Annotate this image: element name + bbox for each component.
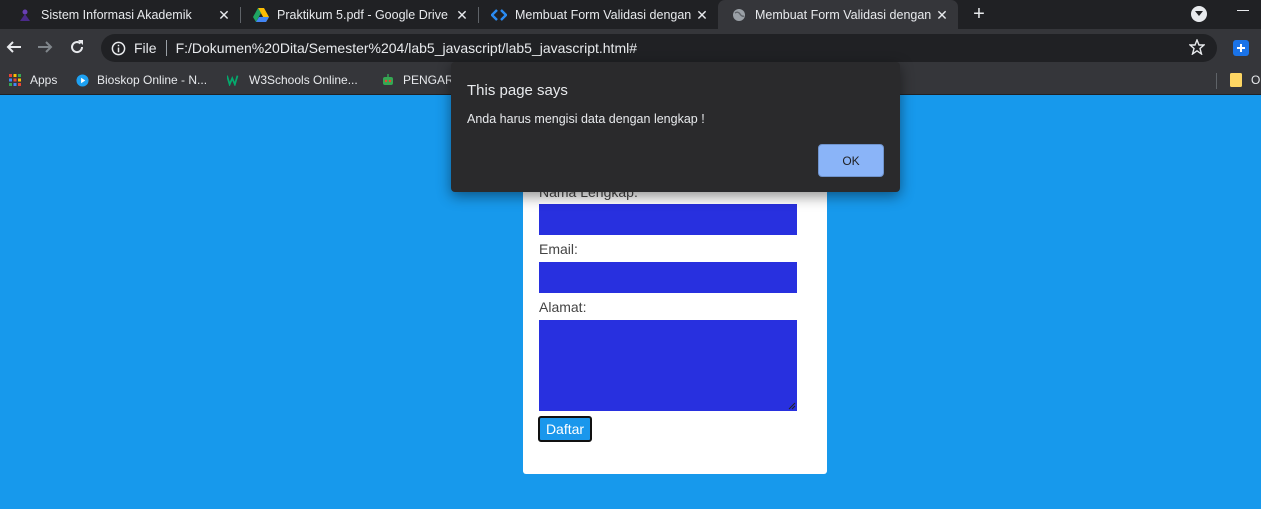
bookmark-label: W3Schools Online... (249, 73, 358, 87)
close-tab-icon[interactable]: ✕ (216, 7, 232, 23)
tab-form-validasi-active[interactable]: Membuat Form Validasi dengan Ja ✕ (718, 0, 958, 29)
bookmark-label: Bioskop Online - N... (97, 73, 208, 87)
submit-button[interactable]: Daftar (538, 416, 592, 442)
address-divider (165, 40, 167, 56)
registration-form: Nama Lengkap: Email: Alamat: Daftar (523, 164, 827, 474)
tab-title: Membuat Form Validasi dengan Ja (755, 7, 934, 22)
minimize-icon[interactable] (1237, 10, 1249, 11)
name-input[interactable] (539, 204, 797, 235)
info-icon[interactable] (110, 40, 126, 56)
bookmark-label: PENGAR (403, 73, 454, 87)
tab-search-icon[interactable] (1191, 6, 1207, 22)
extension-icon[interactable] (1232, 39, 1250, 57)
address-textarea[interactable] (539, 320, 797, 411)
address-bar[interactable]: File F:/Dokumen%20Dita/Semester%204/lab5… (101, 34, 1217, 62)
bookmark-label: Apps (30, 73, 58, 87)
bookmark-other[interactable]: O (1229, 72, 1260, 88)
dialog-title: This page says (467, 82, 568, 99)
reload-icon[interactable] (67, 37, 87, 57)
apps-grid-icon (8, 73, 22, 87)
bookmark-w3schools[interactable]: W3Schools Online... (227, 72, 358, 88)
robot-icon (381, 73, 395, 87)
bookmark-label: O (1251, 73, 1261, 87)
tab-strip: Sistem Informasi Akademik ✕ Praktikum 5.… (0, 0, 1261, 29)
tab-title: Membuat Form Validasi dengan Ja (515, 7, 694, 22)
globe-icon (731, 7, 747, 23)
scheme-label: File (134, 40, 157, 56)
ok-button[interactable]: OK (818, 144, 884, 177)
bookmark-pengar[interactable]: PENGAR (381, 72, 454, 88)
folder-icon (1229, 73, 1243, 87)
tab-google-drive[interactable]: Praktikum 5.pdf - Google Drive ✕ (240, 0, 478, 29)
url-text[interactable]: F:/Dokumen%20Dita/Semester%204/lab5_java… (176, 40, 637, 56)
bookmarks-divider (1216, 73, 1217, 89)
resize-grip-icon[interactable] (788, 402, 796, 410)
bookmark-star-icon[interactable] (1188, 38, 1207, 57)
bookmark-apps[interactable]: Apps (8, 72, 57, 88)
google-drive-icon (253, 7, 269, 23)
close-tab-icon[interactable]: ✕ (934, 7, 950, 23)
tab-sistem-informasi[interactable]: Sistem Informasi Akademik ✕ (4, 0, 240, 29)
forward-icon[interactable] (35, 37, 55, 57)
bookmark-bioskop[interactable]: Bioskop Online - N... (75, 72, 207, 88)
tab-title: Sistem Informasi Akademik (41, 7, 192, 22)
w3schools-icon (227, 73, 241, 87)
new-tab-icon[interactable]: + (968, 3, 990, 25)
close-tab-icon[interactable]: ✕ (694, 7, 710, 23)
close-tab-icon[interactable]: ✕ (454, 7, 470, 23)
tab-title: Praktikum 5.pdf - Google Drive (277, 7, 448, 22)
tab-form-validasi-1[interactable]: Membuat Form Validasi dengan Ja ✕ (478, 0, 718, 29)
email-label: Email: (539, 241, 578, 257)
address-label: Alamat: (539, 299, 587, 315)
dialog-message: Anda harus mengisi data dengan lengkap ! (467, 112, 705, 126)
alert-dialog: This page says Anda harus mengisi data d… (451, 62, 900, 192)
play-circle-icon (75, 73, 89, 87)
code-icon (491, 7, 507, 23)
university-icon (17, 7, 33, 23)
back-icon[interactable] (4, 37, 24, 57)
email-input[interactable] (539, 262, 797, 293)
browser-toolbar: File F:/Dokumen%20Dita/Semester%204/lab5… (0, 29, 1261, 66)
